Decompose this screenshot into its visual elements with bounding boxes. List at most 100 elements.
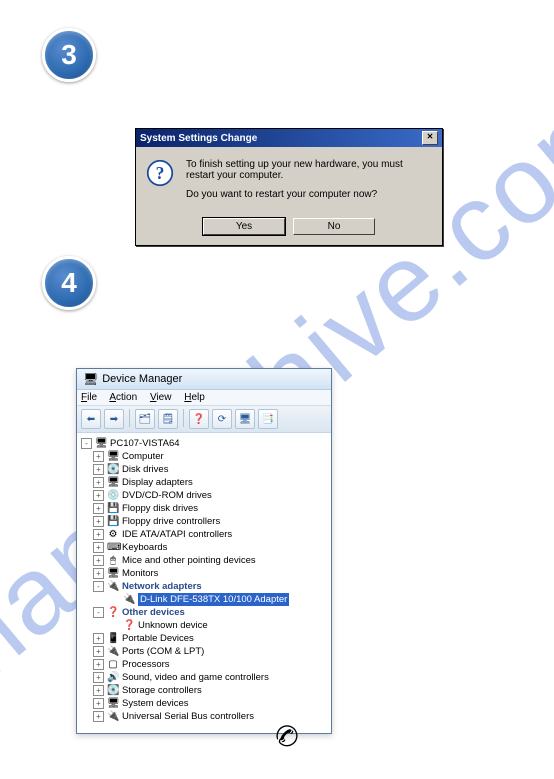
collapse-icon[interactable]: -	[93, 581, 104, 592]
dialog-message-2: Do you want to restart your computer now…	[186, 189, 432, 200]
tree-node[interactable]: +🖥System devices	[81, 697, 329, 710]
expand-icon[interactable]: +	[93, 672, 104, 683]
menu-help[interactable]: Help	[184, 392, 205, 403]
expand-icon[interactable]: +	[93, 516, 104, 527]
device-manager-window: 🖥 Device Manager File Action View Help ⬅…	[76, 368, 332, 734]
device-icon: 🖥	[107, 476, 119, 489]
devmgr-titlebar: 🖥 Device Manager	[77, 369, 331, 390]
tree-label: Unknown device	[138, 619, 208, 632]
tree-node[interactable]: +💾Floppy drive controllers	[81, 515, 329, 528]
toolbar-separator	[183, 409, 184, 427]
expand-icon[interactable]: +	[93, 698, 104, 709]
tree-node[interactable]: -🖥PC107-VISTA64	[81, 437, 329, 450]
tree-label: DVD/CD-ROM drives	[122, 489, 212, 502]
expand-icon[interactable]: +	[93, 555, 104, 566]
expand-icon[interactable]: +	[93, 490, 104, 501]
tree-node[interactable]: +💽Storage controllers	[81, 684, 329, 697]
tree-node[interactable]: +🖥Monitors	[81, 567, 329, 580]
device-icon: 🖥	[107, 567, 119, 580]
device-icon: 🔌	[107, 580, 119, 593]
system-settings-dialog: System Settings Change ✕ ? To finish set…	[135, 128, 443, 246]
device-icon: 🖥	[107, 450, 119, 463]
yes-button[interactable]: Yes	[203, 218, 285, 235]
tree-label: Floppy disk drives	[122, 502, 198, 515]
svg-text:?: ?	[156, 163, 165, 183]
device-icon: 🖥	[107, 697, 119, 710]
tree-label: PC107-VISTA64	[110, 437, 180, 450]
tree-label: Storage controllers	[122, 684, 202, 697]
tree-label: Ports (COM & LPT)	[122, 645, 204, 658]
expand-icon[interactable]: +	[93, 633, 104, 644]
toolbar-button-1[interactable]: ➡	[104, 409, 124, 429]
toolbar-button-7[interactable]: ⟳	[212, 409, 232, 429]
toolbar-button-0[interactable]: ⬅	[81, 409, 101, 429]
toolbar-separator	[129, 409, 130, 427]
device-icon: 💿	[107, 489, 119, 502]
tree-label: Monitors	[122, 567, 158, 580]
expand-icon[interactable]: +	[93, 464, 104, 475]
tree-label: Universal Serial Bus controllers	[122, 710, 254, 723]
tree-node[interactable]: +💿DVD/CD-ROM drives	[81, 489, 329, 502]
tree-node[interactable]: +🖱Mice and other pointing devices	[81, 554, 329, 567]
expand-icon[interactable]: +	[93, 477, 104, 488]
tree-node[interactable]: +🔊Sound, video and game controllers	[81, 671, 329, 684]
expand-icon[interactable]: +	[93, 685, 104, 696]
tree-node[interactable]: +🔌Ports (COM & LPT)	[81, 645, 329, 658]
tree-node[interactable]: ❓Unknown device	[81, 619, 329, 632]
expand-icon[interactable]: +	[93, 451, 104, 462]
dialog-message-1: To finish setting up your new hardware, …	[186, 159, 432, 181]
tree-label: Processors	[122, 658, 170, 671]
tree-label: Portable Devices	[122, 632, 194, 645]
tree-label: Keyboards	[122, 541, 167, 554]
toolbar-button-4[interactable]: 🗒	[158, 409, 178, 429]
tree-label: System devices	[122, 697, 189, 710]
tree-node[interactable]: -❓Other devices	[81, 606, 329, 619]
tree-node[interactable]: -🔌Network adapters	[81, 580, 329, 593]
collapse-icon[interactable]: -	[81, 438, 92, 449]
expand-icon[interactable]: +	[93, 711, 104, 722]
device-icon: ▢	[107, 658, 119, 671]
toolbar-button-3[interactable]: 🗂	[135, 409, 155, 429]
device-icon: 🔌	[123, 593, 135, 606]
device-icon: 🖥	[95, 437, 107, 450]
tree-node[interactable]: 🔌D-Link DFE-538TX 10/100 Adapter	[81, 593, 329, 606]
tree-label: Display adapters	[122, 476, 193, 489]
toolbar-button-8[interactable]: 🖥	[235, 409, 255, 429]
devmgr-app-icon: 🖥	[83, 372, 98, 386]
device-icon: ❓	[123, 619, 135, 632]
tree-node[interactable]: +💽Disk drives	[81, 463, 329, 476]
expand-icon[interactable]: +	[93, 529, 104, 540]
device-icon: 🔊	[107, 671, 119, 684]
device-icon: 🔌	[107, 710, 119, 723]
tree-node[interactable]: +🖥Display adapters	[81, 476, 329, 489]
device-icon: 💽	[107, 463, 119, 476]
menu-action[interactable]: Action	[109, 392, 137, 403]
tree-node[interactable]: +💾Floppy disk drives	[81, 502, 329, 515]
expand-icon[interactable]: +	[93, 503, 104, 514]
device-icon: 💾	[107, 515, 119, 528]
menu-file[interactable]: File	[81, 392, 97, 403]
expand-icon[interactable]: +	[93, 568, 104, 579]
collapse-icon[interactable]: -	[93, 607, 104, 618]
devmgr-tree: -🖥PC107-VISTA64+🖥Computer+💽Disk drives+🖥…	[77, 433, 331, 733]
expand-icon[interactable]: +	[93, 659, 104, 670]
devmgr-title: Device Manager	[102, 373, 182, 385]
close-button[interactable]: ✕	[422, 131, 438, 145]
device-icon: 📱	[107, 632, 119, 645]
devmgr-menubar: File Action View Help	[77, 390, 331, 406]
expand-icon[interactable]: +	[93, 646, 104, 657]
tree-label: Network adapters	[122, 580, 202, 593]
tree-node[interactable]: +📱Portable Devices	[81, 632, 329, 645]
no-button[interactable]: No	[293, 218, 375, 235]
tree-node[interactable]: +⚙IDE ATA/ATAPI controllers	[81, 528, 329, 541]
toolbar-button-9[interactable]: 📑	[258, 409, 278, 429]
tree-label: Computer	[122, 450, 164, 463]
tree-label: Sound, video and game controllers	[122, 671, 269, 684]
tree-node[interactable]: +▢Processors	[81, 658, 329, 671]
menu-view[interactable]: View	[150, 392, 172, 403]
expand-icon[interactable]: +	[93, 542, 104, 553]
tree-label: Other devices	[122, 606, 185, 619]
tree-node[interactable]: +⌨Keyboards	[81, 541, 329, 554]
tree-node[interactable]: +🖥Computer	[81, 450, 329, 463]
toolbar-button-6[interactable]: ❓	[189, 409, 209, 429]
